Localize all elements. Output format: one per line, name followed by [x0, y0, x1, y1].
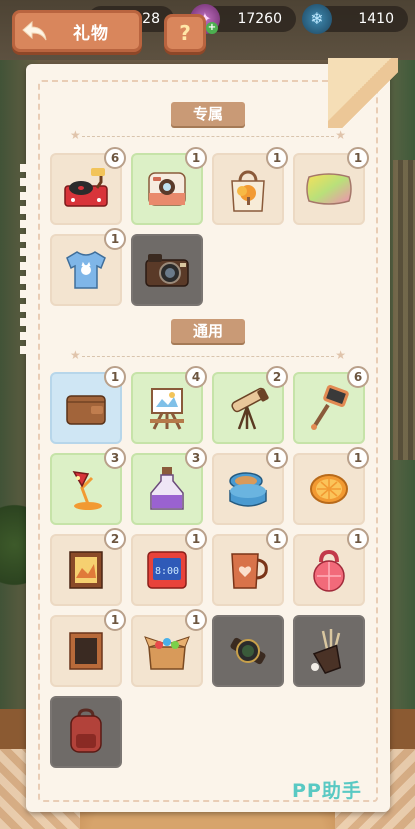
- potion-bottle-icon: [147, 465, 187, 513]
- question-mark-icon: ?: [179, 21, 191, 45]
- gift-panel: 专属 ★ ★ 6 1 1 1 1 通用 ★ ★ 1 4 2 6 3 3 1 1 …: [20, 58, 398, 812]
- item-count-badge: 4: [185, 366, 207, 388]
- gem-value: 17260: [237, 11, 282, 27]
- kettlebell-icon: [307, 548, 351, 592]
- item-watch[interactable]: [212, 615, 284, 687]
- item-count-badge: 6: [104, 147, 126, 169]
- watch-icon: [224, 627, 272, 675]
- help-button[interactable]: ?: [164, 14, 206, 52]
- item-count-badge: 3: [104, 447, 126, 469]
- item-count-badge: 1: [347, 528, 369, 550]
- star-icon: ★: [70, 348, 81, 362]
- item-count-badge: 1: [347, 147, 369, 169]
- desk-lamp-icon: [64, 466, 108, 512]
- section-general-label: 通用: [171, 319, 245, 343]
- watermark: PP助手: [292, 780, 362, 802]
- item-count-badge: 1: [104, 366, 126, 388]
- item-potion-bottle[interactable]: 3: [131, 447, 207, 525]
- photo-frame-icon: [66, 548, 106, 592]
- snowflake-counter: ❄ 1410: [302, 4, 408, 34]
- item-toy-box[interactable]: 1: [131, 609, 207, 687]
- golf-bag-icon: [305, 627, 353, 675]
- item-digital-clock[interactable]: 8:00 1: [131, 528, 207, 606]
- item-kettlebell[interactable]: 1: [293, 528, 369, 606]
- item-count-badge: 2: [104, 528, 126, 550]
- star-icon: ★: [335, 348, 346, 362]
- item-heart-mug[interactable]: 1: [212, 528, 288, 606]
- item-count-badge: 1: [185, 147, 207, 169]
- wallet-icon: [63, 388, 109, 428]
- divider-exclusive: ★ ★: [70, 128, 346, 142]
- item-tote-bag[interactable]: 1: [212, 147, 288, 225]
- item-count-badge: 3: [185, 447, 207, 469]
- item-pillow[interactable]: 1: [293, 147, 369, 225]
- item-photo-frame[interactable]: 2: [50, 528, 126, 606]
- back-button-label: 礼物: [73, 23, 109, 44]
- digital-clock-icon: 8:00: [144, 548, 190, 592]
- snowflake-value: 1410: [358, 11, 394, 27]
- item-count-badge: 1: [104, 228, 126, 250]
- back-arrow-icon: [15, 13, 55, 49]
- coin-value: 28: [142, 11, 160, 27]
- item-count-badge: 6: [347, 366, 369, 388]
- item-retro-camera[interactable]: [131, 234, 203, 306]
- item-count-badge: 1: [185, 609, 207, 631]
- item-selfie-stick[interactable]: 6: [293, 366, 369, 444]
- cookie-tin-icon: [224, 467, 272, 511]
- item-backpack[interactable]: [50, 696, 122, 768]
- section-general: 通用: [26, 319, 390, 349]
- record-player-icon: [61, 166, 111, 212]
- clock-display: 8:00: [155, 566, 179, 577]
- star-icon: ★: [335, 128, 346, 142]
- item-record-player[interactable]: 6: [50, 147, 126, 225]
- item-count-badge: 1: [185, 528, 207, 550]
- back-button[interactable]: 礼物: [12, 10, 142, 52]
- item-instant-camera[interactable]: 1: [131, 147, 207, 225]
- item-count-badge: 1: [347, 447, 369, 469]
- item-t-shirt[interactable]: 1: [50, 228, 126, 306]
- item-count-badge: 1: [266, 147, 288, 169]
- backpack-icon: [65, 708, 107, 756]
- item-wallet[interactable]: 1: [50, 366, 126, 444]
- item-orange-slice[interactable]: 1: [293, 447, 369, 525]
- item-desk-lamp[interactable]: 3: [50, 447, 126, 525]
- top-bar: 28 ✦ + 17260 ❄ 1410 礼物 ?: [0, 0, 415, 60]
- toy-box-icon: [143, 629, 191, 673]
- easel-icon: [144, 385, 190, 431]
- pillow-icon: [305, 169, 353, 209]
- snowflake-icon: ❄: [302, 4, 332, 34]
- item-count-badge: 1: [266, 447, 288, 469]
- item-count-badge: 2: [266, 366, 288, 388]
- item-count-badge: 1: [266, 528, 288, 550]
- section-exclusive-label: 专属: [171, 102, 245, 126]
- t-shirt-icon: [63, 248, 109, 292]
- instant-camera-icon: [145, 167, 189, 211]
- orange-slice-icon: [307, 469, 351, 509]
- item-telescope[interactable]: 2: [212, 366, 288, 444]
- telescope-icon: [225, 385, 271, 431]
- heart-mug-icon: [226, 548, 270, 592]
- item-easel[interactable]: 4: [131, 366, 207, 444]
- gem-counter: ✦ + 17260: [190, 4, 296, 34]
- item-blackboard[interactable]: 1: [50, 609, 126, 687]
- item-cookie-tin[interactable]: 1: [212, 447, 288, 525]
- tote-bag-icon: [228, 165, 268, 213]
- item-golf-bag[interactable]: [293, 615, 365, 687]
- item-count-badge: 1: [104, 609, 126, 631]
- blackboard-icon: [66, 629, 106, 673]
- selfie-stick-icon: [306, 385, 352, 431]
- add-gems-icon[interactable]: +: [206, 22, 218, 34]
- divider-general: ★ ★: [70, 348, 346, 362]
- star-icon: ★: [70, 128, 81, 142]
- retro-camera-icon: [142, 250, 192, 290]
